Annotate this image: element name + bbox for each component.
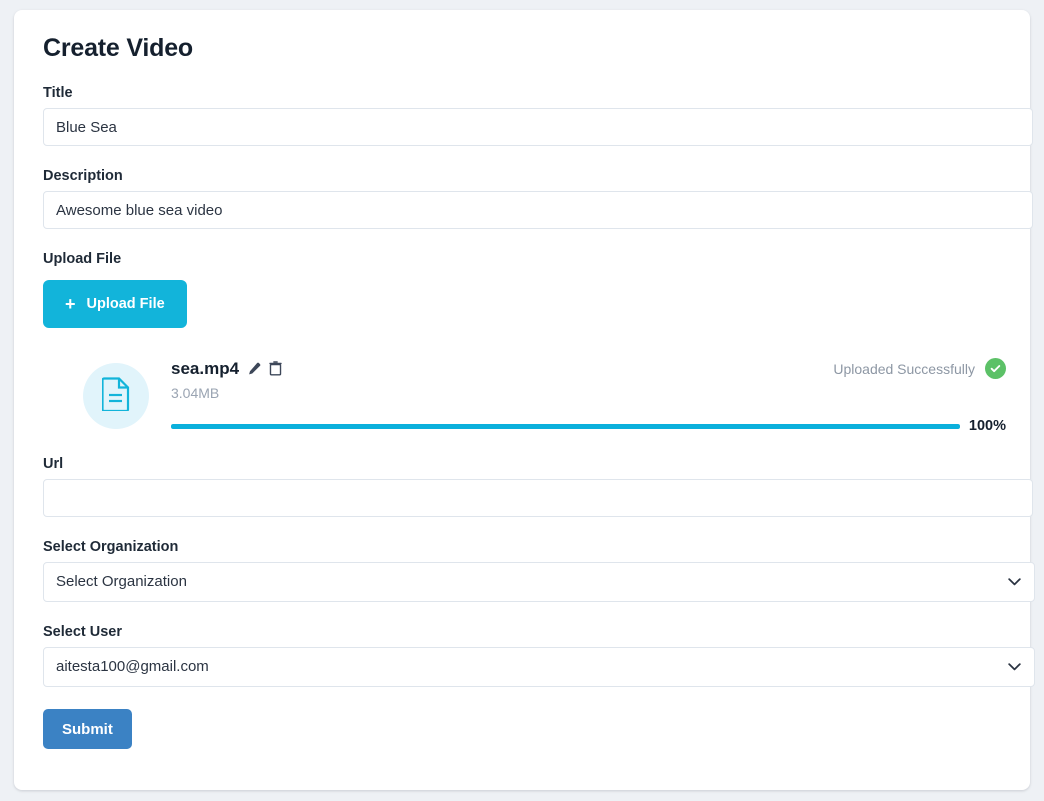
file-name-group: sea.mp4 xyxy=(171,359,282,379)
upload-file-button-label: Upload File xyxy=(86,296,165,312)
submit-button[interactable]: Submit xyxy=(43,709,132,749)
select-user-dropdown[interactable]: aitesta100@gmail.com xyxy=(43,647,1035,687)
create-video-card: Create Video Title Description Upload Fi… xyxy=(14,10,1035,790)
title-field-group: Title xyxy=(30,85,1033,146)
select-organization-dropdown[interactable]: Select Organization xyxy=(43,562,1035,602)
url-label: Url xyxy=(43,456,64,472)
description-input[interactable] xyxy=(43,191,1033,229)
user-select-wrap: aitesta100@gmail.com xyxy=(43,647,1035,687)
progress-bar-track xyxy=(171,423,960,429)
file-details: sea.mp4 Uploaded Successfully 3.04MB 100… xyxy=(171,358,1014,434)
progress-bar-fill xyxy=(171,423,960,429)
file-name: sea.mp4 xyxy=(171,358,240,378)
organization-select-wrap: Select Organization xyxy=(43,562,1035,602)
page-title: Create Video xyxy=(43,34,193,62)
plus-icon: + xyxy=(65,294,76,314)
progress-percent-label: 100% xyxy=(968,418,1006,434)
check-circle-icon xyxy=(985,358,1006,379)
pencil-icon[interactable] xyxy=(247,362,261,376)
uploaded-file-row: sea.mp4 Uploaded Successfully 3.04MB 100… xyxy=(30,358,1014,434)
title-input[interactable] xyxy=(43,108,1033,146)
upload-status-text: Uploaded Successfully xyxy=(833,360,975,377)
file-thumbnail xyxy=(83,363,149,429)
organization-field-group: Select Organization Select Organization xyxy=(30,539,1035,602)
file-document-icon xyxy=(101,376,130,416)
url-input[interactable] xyxy=(43,479,1033,517)
upload-status-group: Uploaded Successfully xyxy=(833,358,1014,379)
description-field-group: Description xyxy=(30,168,1033,229)
upload-file-button[interactable]: + Upload File xyxy=(43,280,187,328)
trash-icon[interactable] xyxy=(269,361,282,376)
select-organization-label: Select Organization xyxy=(43,539,179,555)
select-user-label: Select User xyxy=(43,624,122,640)
description-label: Description xyxy=(43,168,123,184)
url-field-group: Url xyxy=(30,456,1033,517)
file-size: 3.04MB xyxy=(171,385,220,401)
upload-progress-row: 100% xyxy=(171,418,1014,434)
title-label: Title xyxy=(43,85,73,101)
user-field-group: Select User aitesta100@gmail.com xyxy=(30,624,1035,687)
upload-field-group: Upload File + Upload File xyxy=(30,251,1014,328)
file-header-row: sea.mp4 Uploaded Successfully xyxy=(171,358,1014,379)
upload-file-label: Upload File xyxy=(43,251,122,267)
